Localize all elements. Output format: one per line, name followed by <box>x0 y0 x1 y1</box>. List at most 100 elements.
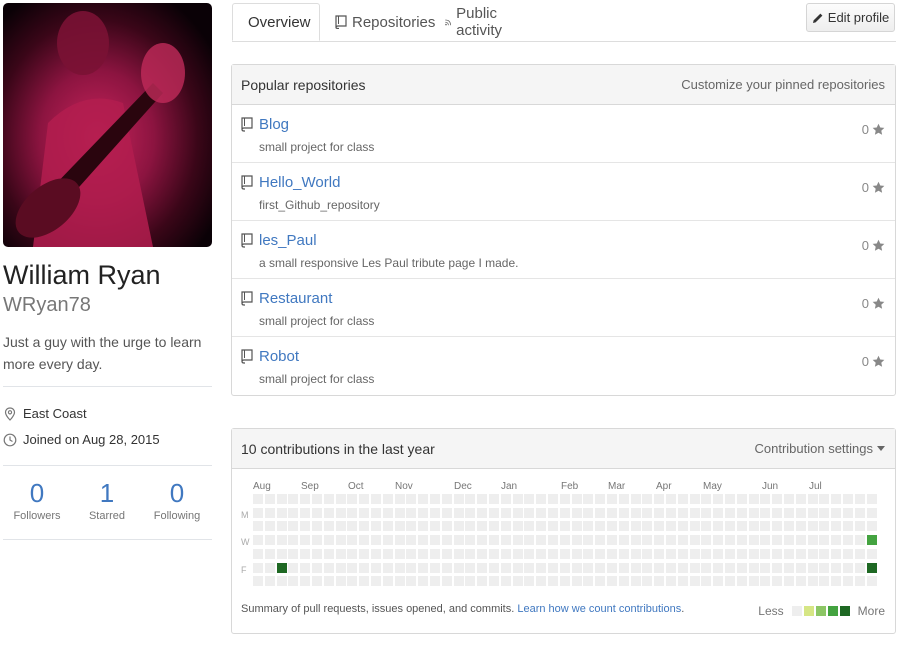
contribution-day-cell[interactable] <box>866 535 877 546</box>
contribution-day-cell[interactable] <box>843 521 853 532</box>
tab-overview[interactable]: Overview <box>232 3 320 41</box>
contribution-day-cell[interactable] <box>831 494 842 504</box>
customize-pinned-link[interactable]: Customize your pinned repositories <box>681 77 885 92</box>
contribution-day-cell[interactable] <box>807 521 818 532</box>
contribution-day-cell[interactable] <box>548 576 558 587</box>
contribution-day-cell[interactable] <box>253 576 263 587</box>
contribution-day-cell[interactable] <box>760 521 771 532</box>
contribution-day-cell[interactable] <box>713 521 724 532</box>
contribution-day-cell[interactable] <box>347 507 358 518</box>
contribution-day-cell[interactable] <box>854 507 865 518</box>
repo-stars[interactable]: 0 <box>862 354 885 369</box>
contribution-day-cell[interactable] <box>607 535 617 546</box>
contribution-day-cell[interactable] <box>843 562 853 573</box>
contribution-day-cell[interactable] <box>300 535 311 546</box>
contribution-day-cell[interactable] <box>465 548 476 559</box>
contribution-day-cell[interactable] <box>253 521 263 532</box>
contribution-day-cell[interactable] <box>312 562 322 573</box>
contribution-day-cell[interactable] <box>795 576 806 587</box>
contribution-day-cell[interactable] <box>489 521 499 532</box>
contribution-day-cell[interactable] <box>500 494 511 504</box>
contribution-day-cell[interactable] <box>618 494 629 504</box>
contribution-day-cell[interactable] <box>477 521 488 532</box>
contribution-day-cell[interactable] <box>654 507 665 518</box>
contribution-day-cell[interactable] <box>323 576 334 587</box>
contribution-day-cell[interactable] <box>677 507 688 518</box>
contribution-day-cell[interactable] <box>677 576 688 587</box>
contribution-day-cell[interactable] <box>264 548 275 559</box>
contribution-day-cell[interactable] <box>618 576 629 587</box>
contribution-day-cell[interactable] <box>288 548 299 559</box>
contribution-day-cell[interactable] <box>748 494 759 504</box>
contribution-day-cell[interactable] <box>795 548 806 559</box>
contribution-day-cell[interactable] <box>784 521 794 532</box>
contribution-day-cell[interactable] <box>453 548 464 559</box>
contribution-day-cell[interactable] <box>536 548 547 559</box>
contribution-day-cell[interactable] <box>713 535 724 546</box>
contribution-day-cell[interactable] <box>748 576 759 587</box>
contribution-day-cell[interactable] <box>500 548 511 559</box>
contribution-day-cell[interactable] <box>371 562 381 573</box>
contribution-day-cell[interactable] <box>312 576 322 587</box>
contribution-day-cell[interactable] <box>347 576 358 587</box>
contribution-day-cell[interactable] <box>371 494 381 504</box>
contribution-day-cell[interactable] <box>795 494 806 504</box>
contribution-day-cell[interactable] <box>500 521 511 532</box>
contribution-day-cell[interactable] <box>772 576 783 587</box>
contribution-day-cell[interactable] <box>276 576 287 587</box>
contribution-day-cell[interactable] <box>819 494 830 504</box>
contribution-day-cell[interactable] <box>725 576 735 587</box>
contribution-day-cell[interactable] <box>618 521 629 532</box>
contribution-day-cell[interactable] <box>630 507 641 518</box>
contribution-day-cell[interactable] <box>394 494 405 504</box>
contribution-day-cell[interactable] <box>701 548 712 559</box>
contribution-day-cell[interactable] <box>548 562 558 573</box>
contribution-day-cell[interactable] <box>536 576 547 587</box>
contribution-day-cell[interactable] <box>524 576 535 587</box>
contribution-day-cell[interactable] <box>807 507 818 518</box>
contribution-day-cell[interactable] <box>713 562 724 573</box>
contribution-day-cell[interactable] <box>748 548 759 559</box>
contribution-day-cell[interactable] <box>559 576 570 587</box>
contribution-day-cell[interactable] <box>441 507 452 518</box>
contribution-day-cell[interactable] <box>819 521 830 532</box>
contribution-day-cell[interactable] <box>701 521 712 532</box>
contribution-day-cell[interactable] <box>559 521 570 532</box>
contribution-day-cell[interactable] <box>264 521 275 532</box>
repo-name-link[interactable]: les_Paul <box>259 232 317 249</box>
contribution-day-cell[interactable] <box>441 494 452 504</box>
contribution-day-cell[interactable] <box>288 494 299 504</box>
contribution-day-cell[interactable] <box>477 562 488 573</box>
contribution-day-cell[interactable] <box>347 548 358 559</box>
contribution-day-cell[interactable] <box>607 576 617 587</box>
contribution-day-cell[interactable] <box>406 521 417 532</box>
contribution-day-cell[interactable] <box>288 576 299 587</box>
contribution-day-cell[interactable] <box>264 507 275 518</box>
contribution-day-cell[interactable] <box>371 521 381 532</box>
contribution-day-cell[interactable] <box>725 494 735 504</box>
contribution-day-cell[interactable] <box>654 562 665 573</box>
contribution-day-cell[interactable] <box>819 548 830 559</box>
contribution-day-cell[interactable] <box>359 535 370 546</box>
contribution-day-cell[interactable] <box>300 548 311 559</box>
contribution-day-cell[interactable] <box>548 507 558 518</box>
contribution-day-cell[interactable] <box>430 521 440 532</box>
contribution-settings-dropdown[interactable]: Contribution settings <box>754 441 885 456</box>
contribution-day-cell[interactable] <box>500 507 511 518</box>
contribution-day-cell[interactable] <box>371 576 381 587</box>
contribution-day-cell[interactable] <box>253 562 263 573</box>
contribution-day-cell[interactable] <box>784 507 794 518</box>
contribution-day-cell[interactable] <box>642 562 653 573</box>
contribution-day-cell[interactable] <box>300 576 311 587</box>
contribution-day-cell[interactable] <box>654 521 665 532</box>
contribution-day-cell[interactable] <box>548 494 558 504</box>
contribution-day-cell[interactable] <box>701 535 712 546</box>
contribution-day-cell[interactable] <box>571 562 582 573</box>
contribution-day-cell[interactable] <box>500 562 511 573</box>
contribution-day-cell[interactable] <box>382 507 393 518</box>
contribution-day-cell[interactable] <box>406 548 417 559</box>
contribution-day-cell[interactable] <box>512 507 523 518</box>
contribution-day-cell[interactable] <box>524 507 535 518</box>
contribution-day-cell[interactable] <box>642 535 653 546</box>
contribution-day-cell[interactable] <box>465 535 476 546</box>
